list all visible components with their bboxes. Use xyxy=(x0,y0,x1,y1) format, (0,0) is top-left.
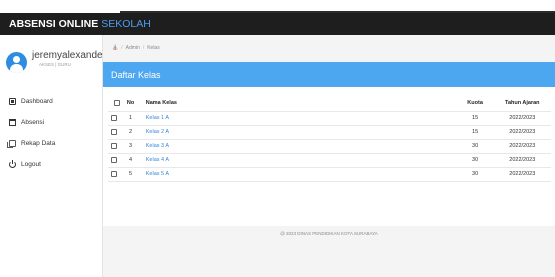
cell-tahun-ajaran: 2022/2023 xyxy=(493,125,551,140)
cell-kuota: 15 xyxy=(456,111,494,126)
column-header-nama-kelas: Nama Kelas xyxy=(138,95,457,112)
cell-kuota: 15 xyxy=(456,125,494,140)
select-all-checkbox-cell xyxy=(108,95,123,112)
row-checkbox-cell xyxy=(108,153,123,168)
class-list-card: Daftar Kelas No Nama Kelas Kuota Tahun A… xyxy=(103,62,555,226)
class-name-link[interactable]: Kelas 2 A xyxy=(138,125,457,140)
sidebar-menu: Dashboard Absensi Rekap Data Logout xyxy=(0,91,103,175)
column-header-tahun-ajaran: Tahun Ajaran xyxy=(493,95,551,112)
card-header: Daftar Kelas xyxy=(103,62,555,87)
navbar: ABSENSI ONLINE SEKOLAH xyxy=(0,13,555,35)
column-header-no: No xyxy=(122,95,139,112)
sidebar-item-label: Rekap Data xyxy=(21,140,56,147)
row-checkbox[interactable] xyxy=(111,170,117,177)
sidebar-item-dashboard[interactable]: Dashboard xyxy=(0,91,103,112)
cell-no: 3 xyxy=(122,139,139,154)
cell-kuota: 30 xyxy=(456,139,494,154)
cell-tahun-ajaran: 2022/2023 xyxy=(493,111,551,126)
sidebar-item-logout[interactable]: Logout xyxy=(0,154,103,175)
app-title-accent: SEKOLAH xyxy=(101,18,151,30)
user-name: jeremyalexander xyxy=(32,50,106,61)
sidebar-item-rekap-data[interactable]: Rekap Data xyxy=(0,133,103,154)
cell-tahun-ajaran: 2022/2023 xyxy=(493,167,551,182)
user-role: AKSES | GURU xyxy=(39,62,71,67)
class-name-link[interactable]: Kelas 3 A xyxy=(138,139,457,154)
cell-tahun-ajaran: 2022/2023 xyxy=(493,153,551,168)
class-table: No Nama Kelas Kuota Tahun Ajaran 1 Kelas… xyxy=(108,95,551,182)
cell-no: 2 xyxy=(122,125,139,140)
breadcrumb-kelas: Kelas xyxy=(147,45,160,51)
app-title-main: ABSENSI ONLINE xyxy=(9,18,99,30)
cell-no: 5 xyxy=(122,167,139,182)
main-content: ⛪ / Admin / Kelas Daftar Kelas No Nama Kelas… xyxy=(103,35,555,277)
row-checkbox-cell xyxy=(108,125,123,140)
sidebar: jeremyalexander AKSES | GURU Dashboard A… xyxy=(0,35,106,277)
copy-icon xyxy=(7,140,16,148)
row-checkbox-cell xyxy=(108,167,123,182)
sidebar-item-label: Logout xyxy=(21,161,41,168)
class-name-link[interactable]: Kelas 1 A xyxy=(138,111,457,126)
class-name-link[interactable]: Kelas 5 A xyxy=(138,167,457,182)
cell-no: 1 xyxy=(122,111,139,126)
table-row: 3 Kelas 3 A 30 2022/2023 xyxy=(108,139,551,154)
cell-tahun-ajaran: 2022/2023 xyxy=(493,139,551,154)
calendar-icon xyxy=(9,119,16,126)
table-row: 4 Kelas 4 A 30 2022/2023 xyxy=(108,153,551,168)
sidebar-item-label: Absensi xyxy=(21,119,45,126)
user-panel: jeremyalexander AKSES | GURU xyxy=(6,50,106,76)
breadcrumb-admin[interactable]: Admin xyxy=(126,45,140,51)
column-header-kuota: Kuota xyxy=(456,95,494,112)
row-checkbox[interactable] xyxy=(111,142,117,149)
cell-kuota: 30 xyxy=(456,153,494,168)
top-strip xyxy=(0,0,555,13)
sidebar-item-absensi[interactable]: Absensi xyxy=(0,112,103,133)
select-all-checkbox[interactable] xyxy=(113,99,120,106)
row-checkbox-cell xyxy=(108,139,123,154)
user-icon xyxy=(6,52,27,73)
power-icon xyxy=(9,160,16,168)
row-checkbox[interactable] xyxy=(111,114,117,121)
row-checkbox[interactable] xyxy=(111,156,117,163)
sidebar-item-label: Dashboard xyxy=(21,98,53,105)
footer-copyright: @ 2023 DINAS PENDIDIKAN KOTA SURABAYA xyxy=(280,231,378,236)
table-header-row: No Nama Kelas Kuota Tahun Ajaran xyxy=(108,95,551,112)
dashboard-icon xyxy=(9,98,16,105)
row-checkbox-cell xyxy=(108,111,123,126)
page-title: Daftar Kelas xyxy=(111,69,161,80)
home-icon[interactable]: ⛪ xyxy=(112,45,118,51)
table-row: 2 Kelas 2 A 15 2022/2023 xyxy=(108,125,551,140)
app-title[interactable]: ABSENSI ONLINE SEKOLAH xyxy=(9,18,151,30)
table-row: 5 Kelas 5 A 30 2022/2023 xyxy=(108,167,551,182)
breadcrumb: ⛪ / Admin / Kelas xyxy=(112,45,160,51)
table-row: 1 Kelas 1 A 15 2022/2023 xyxy=(108,111,551,126)
row-checkbox[interactable] xyxy=(111,128,117,135)
class-name-link[interactable]: Kelas 4 A xyxy=(138,153,457,168)
cell-no: 4 xyxy=(122,153,139,168)
cell-kuota: 30 xyxy=(456,167,494,182)
